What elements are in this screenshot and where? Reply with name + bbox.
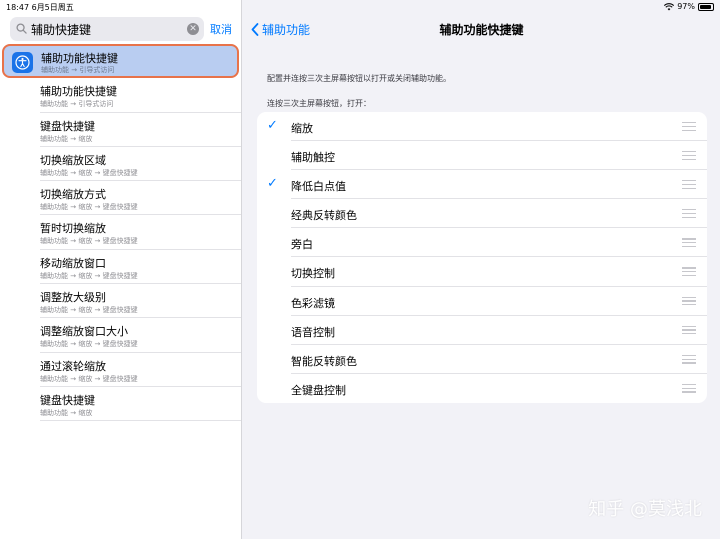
status-right: 97%	[664, 2, 714, 11]
shortcut-option-row[interactable]: 色彩滤镜	[257, 287, 707, 316]
reorder-handle-icon[interactable]	[682, 238, 696, 249]
option-label: 智能反转颜色	[291, 354, 357, 368]
result-path: 辅助功能 → 缩放 → 键盘快捷键	[40, 374, 138, 383]
search-result-item[interactable]: 移动缩放窗口 辅助功能 → 缩放 → 键盘快捷键	[0, 250, 241, 285]
reorder-handle-icon[interactable]	[682, 122, 696, 133]
accessibility-icon	[12, 52, 33, 73]
search-result-item[interactable]: 调整放大级别 辅助功能 → 缩放 → 键盘快捷键	[0, 284, 241, 319]
shortcut-option-row[interactable]: ✓ 缩放	[257, 112, 707, 142]
page-title: 辅助功能快捷键	[439, 23, 524, 37]
result-path: 辅助功能 → 引导式访问	[41, 66, 115, 74]
shortcut-option-row[interactable]: 辅助触控	[257, 141, 707, 171]
result-path: 辅助功能 → 缩放	[40, 408, 93, 417]
reorder-handle-icon[interactable]	[682, 296, 696, 308]
section-label: 连按三次主屏幕按钮，打开：	[267, 99, 371, 108]
clear-icon[interactable]: ✕	[187, 23, 199, 35]
search-result-item[interactable]: 辅助功能快捷键 辅助功能 → 引导式访问	[0, 78, 241, 113]
reorder-handle-icon[interactable]	[682, 354, 696, 366]
shortcut-option-row[interactable]: 旁白	[257, 228, 707, 258]
result-title: 调整缩放窗口大小	[40, 325, 128, 339]
status-time-date: 18:47 6月5日周五	[6, 3, 74, 12]
search-results: 辅助功能快捷键 辅助功能 → 引导式访问 辅助功能快捷键 辅助功能 → 引导式访问 键盘…	[0, 44, 241, 422]
option-label: 降低白点值	[291, 180, 346, 194]
search-value: 辅助快捷键	[31, 23, 92, 37]
reorder-handle-icon[interactable]	[682, 325, 696, 337]
shortcut-option-row[interactable]: 语音控制	[257, 316, 707, 345]
option-label: 切换控制	[291, 267, 335, 281]
shortcut-option-row[interactable]: 全键盘控制	[257, 374, 707, 403]
option-label: 经典反转颜色	[291, 209, 357, 223]
shortcut-option-row[interactable]: 切换控制	[257, 257, 707, 287]
shortcut-option-row[interactable]: 智能反转颜色	[257, 345, 707, 374]
reorder-handle-icon[interactable]	[682, 180, 696, 191]
battery-percent: 97%	[677, 2, 695, 11]
option-label: 辅助触控	[291, 151, 335, 165]
search-result-item[interactable]: 辅助功能快捷键 辅助功能 → 引导式访问	[2, 44, 239, 79]
shortcut-option-row[interactable]: ✓ 降低白点值	[257, 170, 707, 200]
shortcut-options-list: ✓ 缩放辅助触控 ✓ 降低白点值经典反转颜色 旁白切换控制色彩滤镜语音控制智能反转颜色全…	[257, 112, 707, 403]
watermark: 知乎 @莫浅北	[588, 499, 702, 520]
reorder-handle-icon[interactable]	[682, 151, 696, 162]
checkmark-icon: ✓	[267, 176, 278, 192]
result-path: 辅助功能 → 缩放 → 键盘快捷键	[40, 168, 138, 177]
search-result-item[interactable]: 键盘快捷键 辅助功能 → 缩放	[0, 113, 241, 147]
description: 配置并连按三次主屏幕按钮以打开或关闭辅助功能。	[267, 74, 451, 83]
search-result-item[interactable]: 暂时切换缩放 辅助功能 → 缩放 → 键盘快捷键	[0, 215, 241, 250]
result-title: 切换缩放区域	[40, 153, 106, 167]
result-title: 暂时切换缩放	[40, 222, 106, 236]
option-label: 色彩滤镜	[291, 296, 335, 310]
search-input[interactable]: 辅助快捷键 ✕	[10, 17, 204, 41]
sidebar: 18:47 6月5日周五 辅助快捷键 ✕ 取消 辅助功能快捷键 辅助功能 → 引导…	[0, 0, 242, 539]
detail-pane: 97% 辅助功能 辅助功能快捷键 配置并连按三次主屏幕按钮以打开或关闭辅助功能。…	[243, 0, 720, 539]
search-result-item[interactable]: 通过滚轮缩放 辅助功能 → 缩放 → 键盘快捷键	[0, 353, 241, 387]
search-row: 辅助快捷键 ✕ 取消	[10, 17, 238, 41]
battery-icon	[698, 2, 714, 11]
reorder-handle-icon[interactable]	[682, 383, 696, 395]
result-title: 键盘快捷键	[40, 119, 95, 133]
reorder-handle-icon[interactable]	[682, 209, 696, 220]
result-path: 辅助功能 → 缩放 → 键盘快捷键	[40, 203, 138, 212]
result-title: 通过滚轮缩放	[40, 359, 106, 373]
option-label: 旁白	[291, 238, 313, 252]
search-result-item[interactable]: 调整缩放窗口大小 辅助功能 → 缩放 → 键盘快捷键	[0, 318, 241, 353]
result-title: 辅助功能快捷键	[41, 52, 118, 65]
search-icon	[16, 23, 27, 34]
result-path: 辅助功能 → 缩放 → 键盘快捷键	[40, 237, 138, 246]
cancel-button[interactable]: 取消	[210, 21, 232, 37]
option-label: 缩放	[291, 122, 313, 135]
checkmark-icon: ✓	[267, 118, 278, 133]
divider	[40, 420, 241, 422]
search-result-item[interactable]: 键盘快捷键 辅助功能 → 缩放	[0, 387, 241, 422]
result-path: 辅助功能 → 缩放	[40, 134, 93, 143]
option-label: 语音控制	[291, 325, 335, 339]
result-path: 辅助功能 → 缩放 → 键盘快捷键	[40, 340, 138, 349]
shortcut-option-row[interactable]: 经典反转颜色	[257, 199, 707, 229]
option-label: 全键盘控制	[291, 383, 346, 397]
wifi-icon	[664, 2, 675, 10]
result-path: 辅助功能 → 缩放 → 键盘快捷键	[40, 271, 138, 280]
result-title: 移动缩放窗口	[40, 256, 106, 270]
search-result-item[interactable]: 切换缩放区域 辅助功能 → 缩放 → 键盘快捷键	[0, 147, 241, 182]
reorder-handle-icon[interactable]	[682, 267, 696, 278]
result-title: 辅助功能快捷键	[40, 85, 117, 99]
result-title: 键盘快捷键	[40, 393, 95, 407]
result-title: 切换缩放方式	[40, 188, 106, 202]
result-title: 调整放大级别	[40, 291, 106, 305]
result-path: 辅助功能 → 引导式访问	[40, 100, 114, 109]
search-result-item[interactable]: 切换缩放方式 辅助功能 → 缩放 → 键盘快捷键	[0, 181, 241, 216]
result-path: 辅助功能 → 缩放 → 键盘快捷键	[40, 306, 138, 315]
